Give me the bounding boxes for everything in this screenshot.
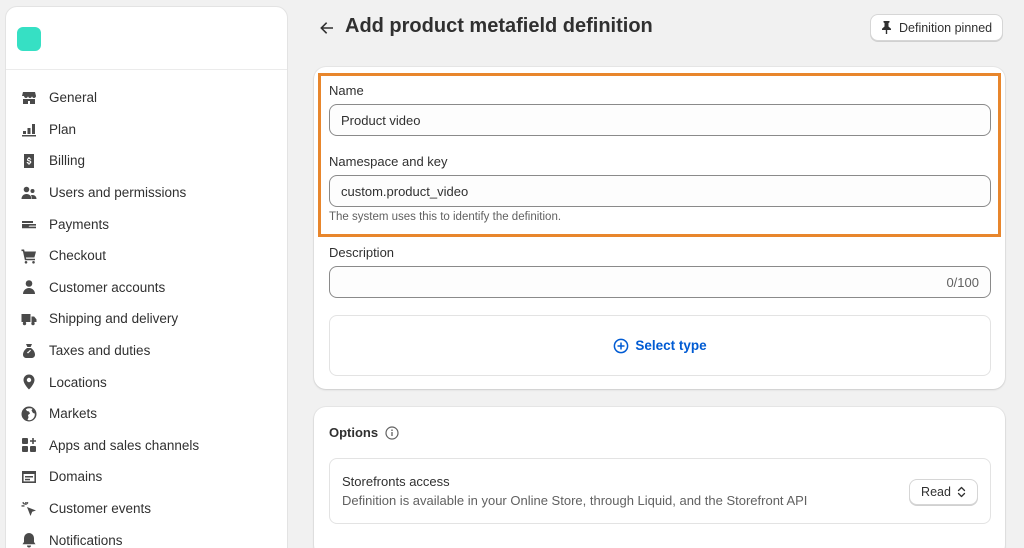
sidebar-item-label: Taxes and duties xyxy=(49,343,151,359)
namespace-input-value: custom.product_video xyxy=(341,183,469,199)
sidebar-item-label: Billing xyxy=(49,153,86,169)
sidebar-item-customer-events[interactable]: Customer events xyxy=(6,493,287,525)
sidebar-item-shipping[interactable]: Shipping and delivery xyxy=(6,303,287,335)
sidebar-item-users[interactable]: Users and permissions xyxy=(6,177,287,209)
select-type-label: Select type xyxy=(635,338,707,353)
sidebar-item-customer-accounts[interactable]: Customer accounts xyxy=(6,272,287,304)
sidebar-item-label: Users and permissions xyxy=(49,185,187,201)
namespace-label: Namespace and key xyxy=(329,154,448,169)
storefronts-access-title: Storefronts access xyxy=(342,474,450,489)
sidebar-item-plan[interactable]: Plan xyxy=(6,114,287,146)
sidebar-item-label: Customer events xyxy=(49,501,152,517)
users-icon xyxy=(21,185,37,201)
pin-button-label: Definition pinned xyxy=(899,20,993,35)
options-heading: Options xyxy=(329,425,399,440)
storefronts-access-description: Definition is available in your Online S… xyxy=(342,493,808,508)
page-title: Add product metafield definition xyxy=(345,15,653,37)
sidebar-item-label: General xyxy=(49,90,98,106)
name-label: Name xyxy=(329,83,364,98)
access-select-value: Read xyxy=(921,485,951,499)
storefronts-access-select[interactable]: Read xyxy=(909,479,978,505)
sidebar-item-apps[interactable]: Apps and sales channels xyxy=(6,430,287,462)
plus-circle-icon xyxy=(613,338,629,353)
sidebar-item-label: Checkout xyxy=(49,248,107,264)
options-title: Options xyxy=(329,425,379,440)
sidebar-item-taxes[interactable]: Taxes and duties xyxy=(6,335,287,367)
sidebar-item-label: Notifications xyxy=(49,532,123,548)
sidebar-item-label: Payments xyxy=(49,216,110,232)
tax-bag-icon xyxy=(21,343,37,359)
plan-chart-icon xyxy=(21,121,37,137)
namespace-help-text: The system uses this to identify the def… xyxy=(329,211,562,223)
person-icon xyxy=(21,279,37,295)
chevron-up-down-icon xyxy=(957,486,966,498)
billing-dollar-icon xyxy=(21,153,37,169)
definition-pinned-button[interactable]: Definition pinned xyxy=(870,14,1004,41)
settings-nav: General Plan Billing Users and permissio… xyxy=(6,70,287,548)
sidebar-item-notifications[interactable]: Notifications xyxy=(6,524,287,548)
description-input[interactable]: 0/100 xyxy=(329,266,991,298)
cursor-click-icon xyxy=(21,501,37,517)
globe-icon xyxy=(21,406,37,422)
description-label: Description xyxy=(329,245,395,260)
sidebar-item-label: Locations xyxy=(49,374,107,390)
bell-icon xyxy=(21,532,37,548)
sidebar-item-domains[interactable]: Domains xyxy=(6,461,287,493)
globe-window-icon xyxy=(21,469,37,485)
settings-sidebar: General Plan Billing Users and permissio… xyxy=(5,6,288,548)
sidebar-item-general[interactable]: General xyxy=(6,82,287,114)
sidebar-item-locations[interactable]: Locations xyxy=(6,366,287,398)
sidebar-item-label: Apps and sales channels xyxy=(49,437,200,453)
sidebar-item-label: Domains xyxy=(49,469,103,485)
truck-icon xyxy=(21,311,37,327)
sidebar-item-billing[interactable]: Billing xyxy=(6,145,287,177)
select-type-box: Select type xyxy=(329,315,991,376)
name-input[interactable]: Product video xyxy=(329,104,991,136)
character-counter: 0/100 xyxy=(946,275,979,290)
store-icon xyxy=(21,90,37,106)
sidebar-item-label: Customer accounts xyxy=(49,279,166,295)
apps-icon xyxy=(21,437,37,453)
back-button[interactable] xyxy=(316,17,338,39)
sidebar-item-payments[interactable]: Payments xyxy=(6,208,287,240)
sidebar-item-label: Shipping and delivery xyxy=(49,311,179,327)
sidebar-item-label: Plan xyxy=(49,121,77,137)
select-type-button[interactable]: Select type xyxy=(613,338,707,354)
info-icon[interactable] xyxy=(385,425,399,440)
namespace-key-input[interactable]: custom.product_video xyxy=(329,175,991,207)
cart-icon xyxy=(21,248,37,264)
payments-hand-icon xyxy=(21,216,37,232)
storefronts-access-box: Storefronts access Definition is availab… xyxy=(329,458,991,524)
sidebar-header xyxy=(6,7,287,70)
sidebar-item-checkout[interactable]: Checkout xyxy=(6,240,287,272)
pin-icon xyxy=(882,21,891,34)
name-input-value: Product video xyxy=(341,112,421,128)
arrow-left-icon xyxy=(320,22,333,34)
store-logo[interactable] xyxy=(17,27,41,51)
sidebar-item-markets[interactable]: Markets xyxy=(6,398,287,430)
location-pin-icon xyxy=(21,374,37,390)
sidebar-item-label: Markets xyxy=(49,406,98,422)
